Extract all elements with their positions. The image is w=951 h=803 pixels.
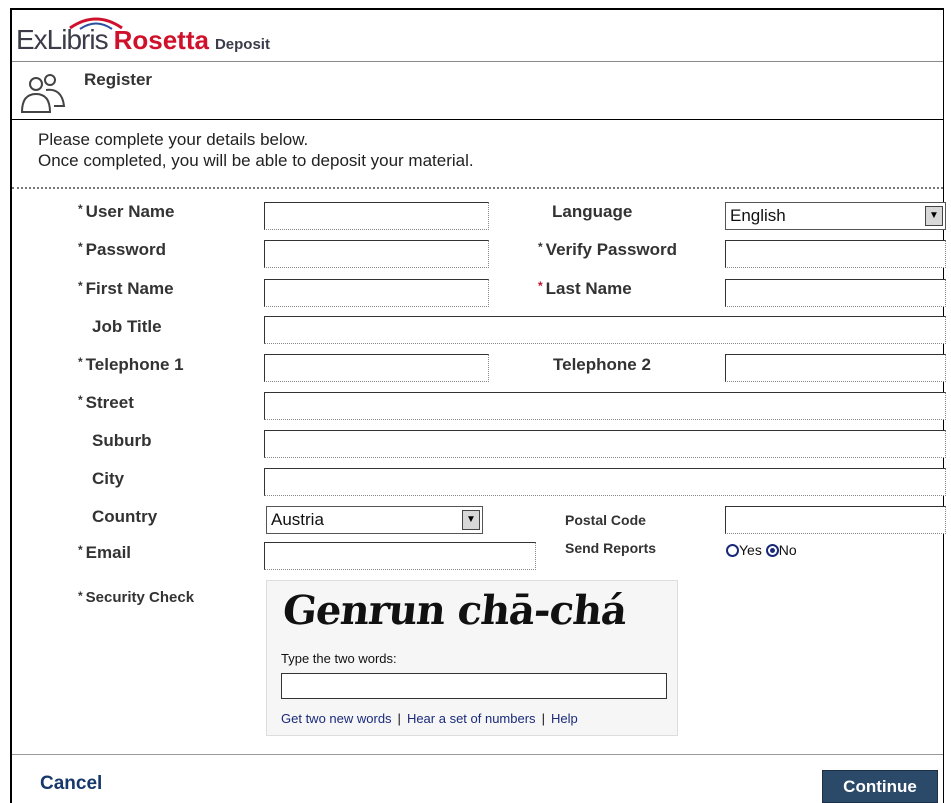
captcha-image-text: Genrun chā-chá <box>280 587 629 634</box>
country-select-value: Austria <box>271 510 324 529</box>
country-select[interactable]: Austria ▼ <box>266 506 483 534</box>
postal-code-field[interactable] <box>725 506 946 534</box>
users-icon <box>20 74 66 113</box>
send-reports-yes-radio[interactable] <box>726 544 739 557</box>
postal-code-label: Postal Code <box>565 512 646 528</box>
password-field[interactable] <box>264 240 489 268</box>
send-reports-radio-group: Yes No <box>726 542 797 558</box>
dropdown-arrow-icon[interactable]: ▼ <box>462 510 480 530</box>
language-select-value: English <box>730 206 786 225</box>
cancel-button[interactable]: Cancel <box>40 773 102 795</box>
last-name-label: * Last Name <box>538 279 632 298</box>
country-label: Country <box>92 507 158 526</box>
footer-divider <box>12 754 943 755</box>
user-name-field[interactable] <box>264 202 489 230</box>
page-title-bar: Register <box>12 62 943 120</box>
captcha-audio-link[interactable]: Hear a set of numbers <box>407 711 536 726</box>
captcha-widget: Genrun chā-chá Type the two words: Get t… <box>266 580 678 736</box>
send-reports-no-radio[interactable] <box>765 544 779 557</box>
email-label: * Email <box>78 543 132 562</box>
logo-exlibris-text: ExLibris <box>16 24 109 55</box>
city-field[interactable] <box>264 468 946 496</box>
telephone-2-field[interactable] <box>725 354 946 382</box>
job-title-field[interactable] <box>264 316 946 344</box>
page-title: Register <box>84 70 153 89</box>
verify-password-field[interactable] <box>725 240 946 268</box>
exlibris-rosetta-logo: ExLibris Rosetta Deposit <box>16 17 270 58</box>
city-label: City <box>92 469 125 488</box>
register-window: ExLibris Rosetta Deposit Register Please c… <box>10 8 946 803</box>
continue-button[interactable]: Continue <box>822 770 938 803</box>
job-title-label: Job Title <box>92 317 162 336</box>
suburb-field[interactable] <box>264 430 946 458</box>
verify-password-label: * Verify Password <box>538 240 678 259</box>
password-label: * Password <box>78 240 166 259</box>
captcha-help-link[interactable]: Help <box>551 711 578 726</box>
language-label: Language <box>552 202 633 221</box>
send-reports-label: Send Reports <box>565 540 657 556</box>
telephone-2-label: Telephone 2 <box>553 355 651 374</box>
telephone-1-label: * Telephone 1 <box>78 355 184 374</box>
captcha-new-words-link[interactable]: Get two new words <box>281 711 392 726</box>
send-reports-no-label: No <box>778 542 797 558</box>
last-name-field[interactable] <box>725 279 946 307</box>
send-reports-yes-label: Yes <box>739 542 762 558</box>
captcha-input[interactable] <box>281 673 667 699</box>
security-check-label: * Security Check <box>78 589 195 606</box>
street-label: * Street <box>78 393 134 412</box>
street-field[interactable] <box>264 392 946 420</box>
language-select[interactable]: English ▼ <box>725 202 946 230</box>
suburb-label: Suburb <box>92 431 152 450</box>
logo-deposit-text: Deposit <box>214 36 270 53</box>
first-name-label: * First Name <box>78 279 174 298</box>
logo-rosetta-text: Rosetta <box>113 25 209 55</box>
instructions: Please complete your details below. Once… <box>12 129 943 171</box>
captcha-links: Get two new words | Hear a set of numbers |… <box>281 711 578 726</box>
instructions-line-2: Once completed, you will be able to depo… <box>38 151 474 170</box>
instructions-line-1: Please complete your details below. <box>38 130 309 149</box>
captcha-prompt: Type the two words: <box>281 651 397 666</box>
first-name-field[interactable] <box>264 279 489 307</box>
telephone-1-field[interactable] <box>264 354 489 382</box>
email-field[interactable] <box>264 542 536 570</box>
app-header: ExLibris Rosetta Deposit <box>12 10 943 62</box>
divider <box>12 187 943 189</box>
user-name-label: * User Name <box>78 202 175 221</box>
dropdown-arrow-icon[interactable]: ▼ <box>925 206 943 226</box>
